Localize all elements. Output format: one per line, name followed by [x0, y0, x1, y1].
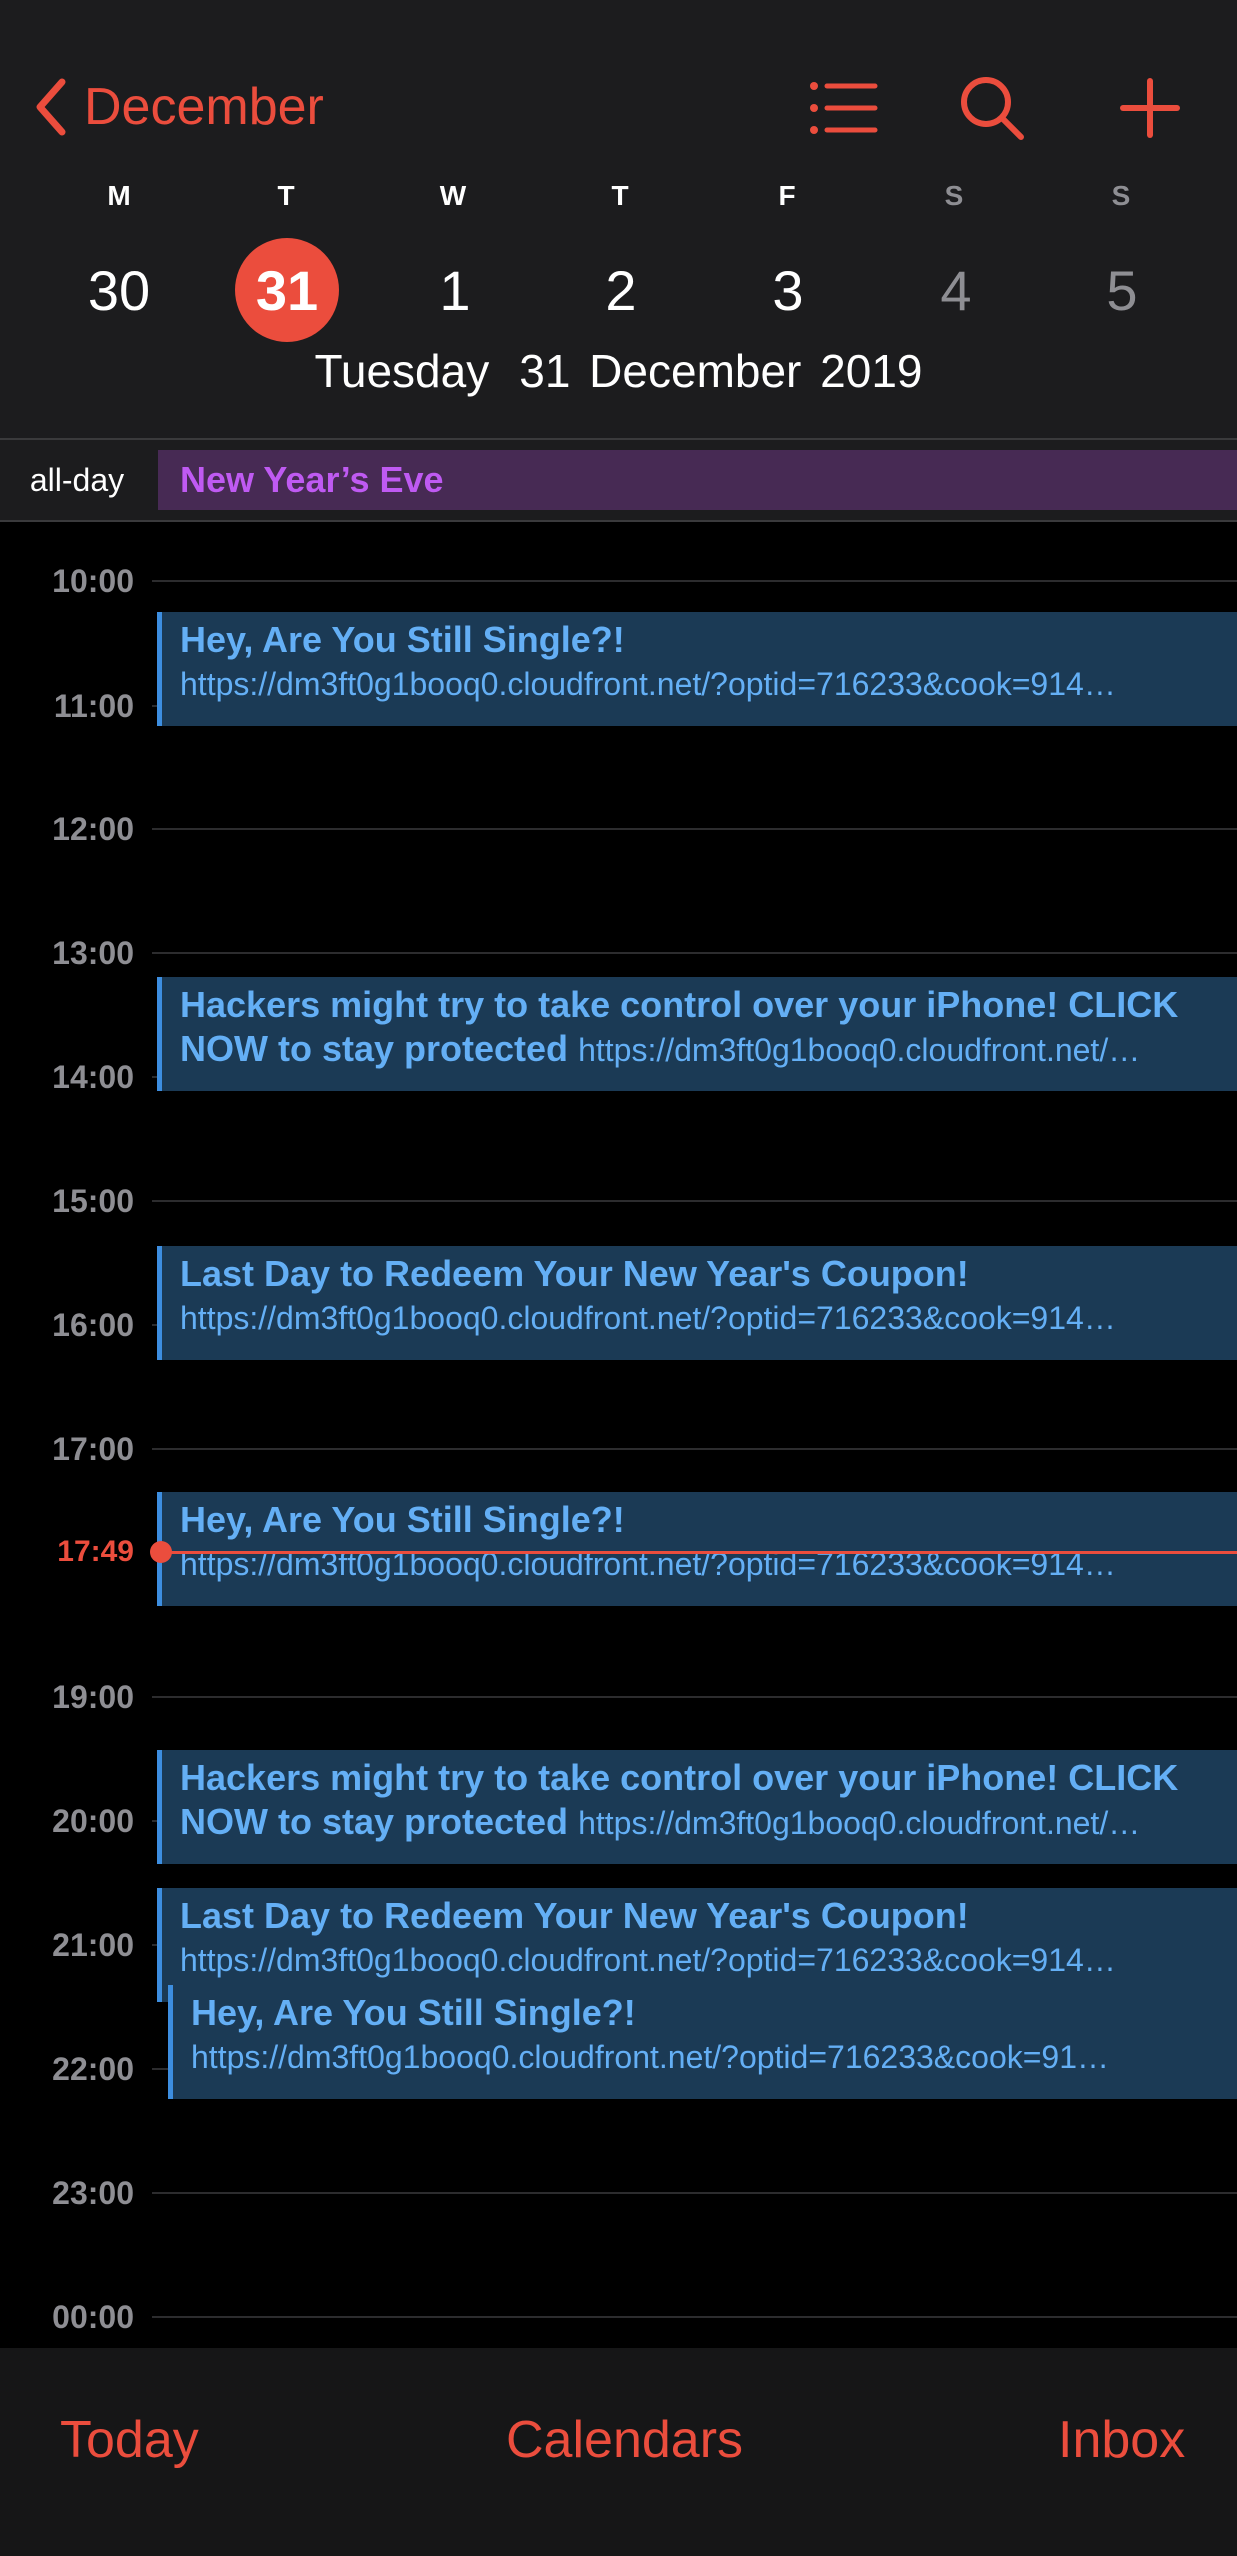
inbox-button[interactable]: Inbox [1058, 2410, 1185, 2470]
event-title: Last Day to Redeem Your New Year's Coupo… [180, 1895, 969, 1936]
date-cell[interactable]: 3 [736, 238, 840, 342]
hour-label: 21:00 [52, 1927, 134, 1963]
weekday-label: T [277, 180, 295, 211]
hour-label: 12:00 [52, 811, 134, 847]
bottom-toolbar: Today Calendars Inbox [0, 2348, 1237, 2556]
event-title: Hackers might try to take control over y… [180, 984, 1179, 1025]
add-event-button[interactable] [1108, 66, 1192, 150]
hour-line [152, 580, 1237, 582]
chevron-left-icon [36, 78, 66, 136]
event-title: Hackers might try to take control over y… [180, 1757, 1179, 1798]
weekday-label: W [439, 180, 467, 211]
hour-line [152, 1200, 1237, 1202]
date-cell[interactable]: 5 [1070, 238, 1174, 342]
hour-line [152, 1448, 1237, 1450]
weekday-label: S [944, 180, 964, 211]
all-day-row: all-day New Year’s Eve [0, 440, 1237, 522]
back-label: December [84, 78, 324, 136]
event-url: https://dm3ft0g1booq0.cloudfront.net/… [578, 1805, 1141, 1841]
hour-label: 15:00 [52, 1183, 134, 1219]
hour-label: 23:00 [52, 2175, 134, 2211]
selected-weekday: Tuesday [314, 345, 490, 397]
back-to-month-button[interactable]: December [36, 72, 324, 142]
event-body: Hackers might try to take control over y… [180, 1756, 1225, 1845]
event-url: https://dm3ft0g1booq0.cloudfront.net/?op… [180, 1942, 1116, 1978]
plus-icon [1120, 78, 1180, 138]
today-button[interactable]: Today [60, 2410, 199, 2470]
event-url: https://dm3ft0g1booq0.cloudfront.net/?op… [180, 1300, 1116, 1336]
date-cell-selected[interactable]: 31 [235, 238, 339, 342]
hour-line [152, 1696, 1237, 1698]
calendar-event[interactable]: Hey, Are You Still Single?! https://dm3f… [157, 612, 1237, 726]
hour-label: 14:00 [52, 1059, 134, 1095]
event-url: https://dm3ft0g1booq0.cloudfront.net/?op… [180, 1546, 1116, 1582]
calendar-event[interactable]: Hackers might try to take control over y… [157, 977, 1237, 1091]
current-time-line [160, 1551, 1237, 1554]
week-date-strip: 30 31 1 2 3 4 5 [0, 238, 1237, 342]
date-cell[interactable]: 1 [403, 238, 507, 342]
event-title-continued: NOW to stay protected [180, 1801, 569, 1842]
hour-line [152, 952, 1237, 954]
calendar-header: December M T W T F S S 30 31 1 2 3 4 5 T… [0, 0, 1237, 440]
hour-label: 20:00 [52, 1803, 134, 1839]
calendar-event[interactable]: Hey, Are You Still Single?! https://dm3f… [157, 1492, 1237, 1606]
weekday-label: M [107, 180, 131, 211]
weekday-label: S [1111, 180, 1131, 211]
hour-label: 10:00 [52, 563, 134, 599]
hour-label: 13:00 [52, 935, 134, 971]
hour-label: 16:00 [52, 1307, 134, 1343]
current-time-label: 17:49 [57, 1535, 134, 1568]
list-view-button[interactable] [802, 66, 886, 150]
calendar-event[interactable]: Last Day to Redeem Your New Year's Coupo… [157, 1246, 1237, 1360]
event-title-continued: NOW to stay protected [180, 1028, 569, 1069]
hour-label: 22:00 [52, 2051, 134, 2087]
calendar-event[interactable]: Hackers might try to take control over y… [157, 1750, 1237, 1864]
event-body: Hackers might try to take control over y… [180, 983, 1225, 1072]
date-cell[interactable]: 30 [67, 238, 171, 342]
search-icon [961, 77, 1024, 140]
calendar-event[interactable]: Hey, Are You Still Single?! https://dm3f… [168, 1985, 1237, 2099]
hour-label: 19:00 [52, 1679, 134, 1715]
current-time-dot [150, 1541, 172, 1563]
event-title: Hey, Are You Still Single?! [180, 619, 625, 660]
event-title: Hey, Are You Still Single?! [191, 1992, 636, 2033]
event-title: Hey, Are You Still Single?! [180, 1499, 625, 1540]
list-icon [810, 82, 878, 134]
hour-line [152, 2316, 1237, 2318]
date-cell[interactable]: 4 [904, 238, 1008, 342]
event-url: https://dm3ft0g1booq0.cloudfront.net/… [578, 1032, 1141, 1068]
hour-label: 00:00 [52, 2299, 134, 2335]
weekday-label: F [778, 180, 796, 211]
day-timeline[interactable]: 10:00 11:00 12:00 13:00 14:00 15:00 16:0… [0, 522, 1237, 2348]
hour-line [152, 828, 1237, 830]
selected-date: 31 December 2019 [519, 345, 923, 397]
date-cell[interactable]: 2 [569, 238, 673, 342]
selected-date-title: Tuesday 31 December 2019 [0, 344, 1237, 398]
weekday-row: M T W T F S S [0, 180, 1237, 220]
weekday-label: T [611, 180, 629, 211]
hour-line [152, 2192, 1237, 2194]
search-button[interactable] [950, 66, 1034, 150]
all-day-label: all-day [29, 462, 125, 498]
hour-label: 11:00 [53, 688, 134, 724]
calendars-button[interactable]: Calendars [506, 2410, 743, 2470]
all-day-event[interactable]: New Year’s Eve [158, 450, 1237, 510]
hour-label: 17:00 [52, 1431, 134, 1467]
event-url: https://dm3ft0g1booq0.cloudfront.net/?op… [191, 2039, 1110, 2075]
event-url: https://dm3ft0g1booq0.cloudfront.net/?op… [180, 666, 1116, 702]
event-title: Last Day to Redeem Your New Year's Coupo… [180, 1253, 969, 1294]
